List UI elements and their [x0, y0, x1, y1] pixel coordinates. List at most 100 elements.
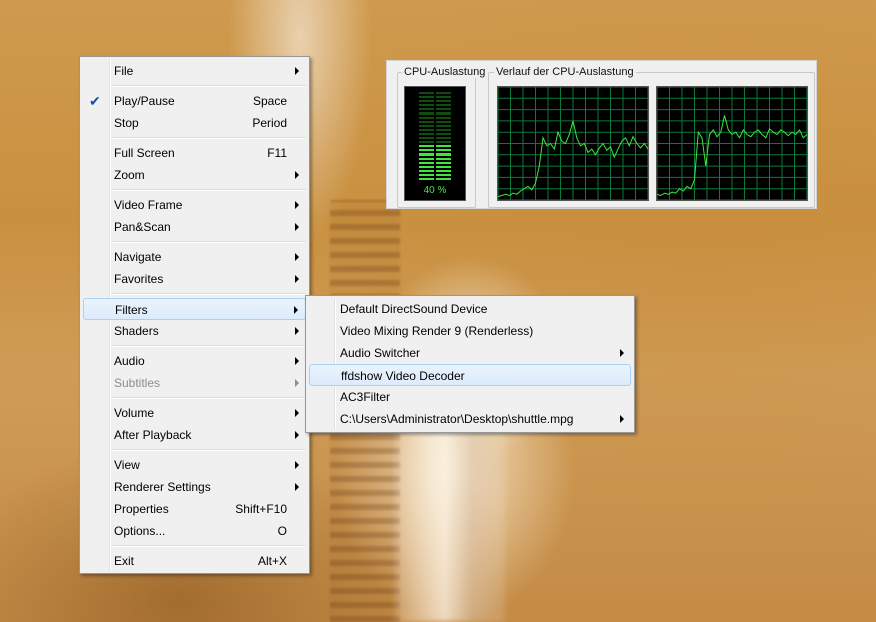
submenu-arrow-icon — [295, 201, 299, 209]
gauge-segment — [419, 116, 451, 119]
menu-item-volume[interactable]: Volume — [83, 402, 306, 424]
menu-item-ffdshow-video-decoder[interactable]: ffdshow Video Decoder — [309, 364, 631, 386]
gauge-segment — [419, 149, 451, 152]
menu-item-filters[interactable]: Filters — [83, 298, 306, 320]
menu-item-label: Volume — [114, 406, 155, 420]
menu-item-label: Properties — [114, 502, 169, 516]
menu-separator — [111, 85, 306, 87]
menu-item-after-playback[interactable]: After Playback — [83, 424, 306, 446]
menu-item-shortcut: Shift+F10 — [235, 502, 287, 516]
submenu-arrow-icon — [295, 431, 299, 439]
menu-separator — [111, 449, 306, 451]
submenu-arrow-icon — [295, 461, 299, 469]
menu-item-full-screen[interactable]: Full Screen F11 — [83, 142, 306, 164]
menu-item-label: Subtitles — [114, 376, 161, 390]
submenu-arrow-icon — [294, 306, 298, 314]
menu-separator — [111, 397, 306, 399]
cpu-usage-value: 40 % — [423, 185, 447, 196]
menu-item-label: Shaders — [114, 324, 159, 338]
menu-item-favorites[interactable]: Favorites — [83, 268, 306, 290]
gauge-segment — [419, 145, 451, 148]
submenu-arrow-icon — [295, 67, 299, 75]
menu-separator — [111, 137, 306, 139]
gauge-segment — [419, 100, 451, 103]
submenu-arrow-icon — [295, 253, 299, 261]
cpu-widget: CPU-Auslastung 40 % Verlauf der CPU-Ausl… — [386, 60, 817, 209]
gauge-segment — [419, 173, 451, 176]
menu-item-shortcut: F11 — [267, 146, 287, 160]
menu-item-audio[interactable]: Audio — [83, 350, 306, 372]
submenu-arrow-icon — [620, 349, 624, 357]
menu-item-file[interactable]: File — [83, 60, 306, 82]
menu-item-stop[interactable]: Stop Period — [83, 112, 306, 134]
menu-item-exit[interactable]: Exit Alt+X — [83, 550, 306, 572]
menu-item-video-frame[interactable]: Video Frame — [83, 194, 306, 216]
menu-item-label: Audio — [114, 354, 145, 368]
gauge-segment — [419, 112, 451, 115]
filters-submenu: Default DirectSound Device Video Mixing R… — [305, 295, 635, 433]
cpu-usage-label: CPU-Auslastung — [402, 66, 488, 78]
menu-item-video-mixing-render-9-renderless[interactable]: Video Mixing Render 9 (Renderless) — [309, 320, 631, 342]
cpu-history-chart-core1 — [498, 87, 648, 200]
cpu-history-graph-core2 — [656, 86, 808, 201]
gauge-segment — [419, 137, 451, 140]
menu-item-label: Options... — [114, 524, 166, 538]
gauge-segment — [419, 165, 451, 168]
gauge-segment — [419, 141, 451, 144]
submenu-arrow-icon — [295, 171, 299, 179]
gauge-segment — [419, 169, 451, 172]
menu-item-audio-switcher[interactable]: Audio Switcher — [309, 342, 631, 364]
gauge-segment — [419, 124, 451, 127]
menu-item-label: Pan&Scan — [114, 220, 171, 234]
menu-item-renderer-settings[interactable]: Renderer Settings — [83, 476, 306, 498]
menu-item-zoom[interactable]: Zoom — [83, 164, 306, 186]
submenu-arrow-icon — [295, 483, 299, 491]
submenu-arrow-icon — [295, 275, 299, 283]
menu-item-view[interactable]: View — [83, 454, 306, 476]
submenu-arrow-icon — [295, 357, 299, 365]
menu-item-label: File — [114, 64, 134, 78]
checkmark-icon: ✔ — [89, 93, 101, 109]
menu-item-navigate[interactable]: Navigate — [83, 246, 306, 268]
gauge-segment — [419, 132, 451, 136]
menu-item-label: Video Mixing Render 9 (Renderless) — [340, 324, 534, 338]
menu-item-label: Full Screen — [114, 146, 175, 160]
menu-item-ac3filter[interactable]: AC3Filter — [309, 386, 631, 408]
gauge-segment — [419, 96, 451, 99]
menu-item-label: C:\Users\Administrator\Desktop\shuttle.m… — [340, 412, 574, 426]
menu-item-label: ffdshow Video Decoder — [341, 369, 465, 383]
cpu-history-chart-core2 — [657, 87, 807, 200]
menu-item-label: After Playback — [114, 428, 192, 442]
submenu-arrow-icon — [295, 409, 299, 417]
gauge-segment — [419, 153, 451, 156]
gauge-segment — [419, 177, 451, 181]
menu-item-properties[interactable]: Properties Shift+F10 — [83, 498, 306, 520]
menu-item-subtitles: Subtitles — [83, 372, 306, 394]
submenu-arrow-icon — [295, 379, 299, 387]
menu-item-label: Play/Pause — [114, 94, 175, 108]
menu-item-c-users-administrator-desktop-shuttle-mpg[interactable]: C:\Users\Administrator\Desktop\shuttle.m… — [309, 408, 631, 430]
cpu-usage-gauge: 40 % — [404, 86, 466, 201]
menu-item-shortcut: Alt+X — [257, 554, 287, 568]
submenu-arrow-icon — [295, 223, 299, 231]
cpu-history-label: Verlauf der CPU-Auslastung — [494, 66, 636, 78]
menu-item-shaders[interactable]: Shaders — [83, 320, 306, 342]
menu-item-label: View — [114, 458, 140, 472]
menu-item-label: Filters — [115, 303, 148, 317]
submenu-arrow-icon — [620, 415, 624, 423]
menu-item-label: Default DirectSound Device — [340, 302, 488, 316]
menu-item-label: Zoom — [114, 168, 145, 182]
gauge-segment — [419, 108, 451, 111]
menu-separator — [111, 345, 306, 347]
menu-item-pan-scan[interactable]: Pan&Scan — [83, 216, 306, 238]
menu-item-play-pause[interactable]: ✔ Play/Pause Space — [83, 90, 306, 112]
menu-separator — [111, 545, 306, 547]
gauge-segment — [419, 157, 451, 160]
menu-item-label: Video Frame — [114, 198, 183, 212]
menu-item-options[interactable]: Options... O — [83, 520, 306, 542]
menu-separator — [111, 189, 306, 191]
menu-item-label: Audio Switcher — [340, 346, 421, 360]
menu-item-label: Exit — [114, 554, 135, 568]
gauge-segment — [419, 161, 451, 164]
menu-item-default-directsound-device[interactable]: Default DirectSound Device — [309, 298, 631, 320]
